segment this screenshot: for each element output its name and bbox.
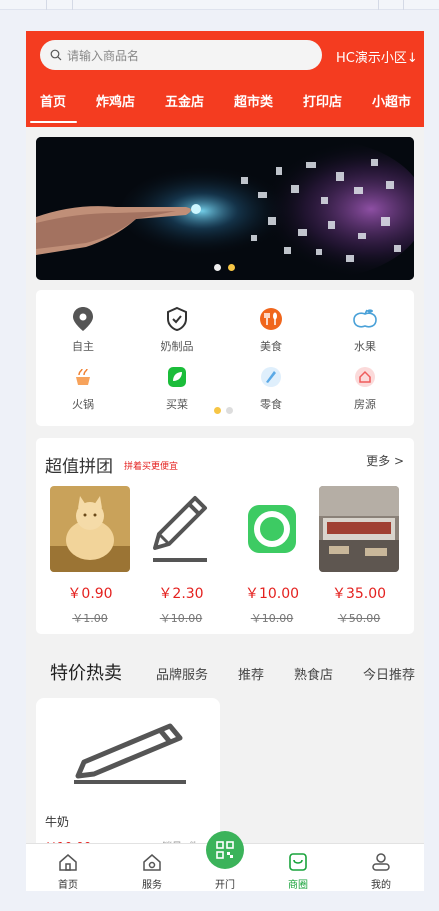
category-label: 房源 [354, 398, 376, 411]
category-dot-active[interactable] [214, 407, 221, 414]
active-tab-indicator [30, 121, 77, 123]
group-buy-more-link[interactable]: 更多 > [366, 452, 404, 469]
strip-divider [46, 0, 47, 10]
cat-photo [50, 486, 130, 572]
category-dot[interactable] [226, 407, 233, 414]
group-buy-item[interactable]: ￥10.00 ￥10.00 [231, 486, 313, 626]
tab-hardware[interactable]: 五金店 [165, 91, 204, 110]
nav-item-mine[interactable]: 我的 [351, 844, 411, 891]
search-placeholder: 请输入商品名 [67, 48, 140, 63]
food-icon [260, 308, 282, 330]
snack-icon [261, 367, 281, 387]
category-item[interactable]: 水果 [318, 304, 412, 354]
vegetable-icon [168, 367, 186, 387]
user-icon [372, 853, 390, 871]
hot-sale-tab[interactable]: 推荐 [238, 664, 264, 683]
category-label: 自主 [72, 340, 94, 353]
nav-item-shop[interactable]: 商圈 [268, 844, 328, 891]
nav-label: 我的 [371, 880, 391, 891]
group-buy-title: 超值拼团 [45, 457, 113, 477]
mobile-app-screen: 请输入商品名 HC演示小区↓ 首页 炸鸡店 五金店 超市类 打印店 小超市 自主… [26, 31, 424, 891]
group-buy-item[interactable]: ￥35.00 ￥50.00 [318, 486, 400, 626]
home-icon [59, 854, 77, 871]
page-right-margin [424, 31, 439, 891]
group-buy-price: ￥10.00 [244, 586, 300, 602]
nav-label: 服务 [142, 880, 162, 891]
category-label: 美食 [260, 340, 282, 353]
category-label: 买菜 [166, 398, 188, 411]
pencil-icon [141, 486, 221, 572]
group-buy-old-price: ￥50.00 [337, 612, 381, 625]
nav-label: 首页 [58, 880, 78, 891]
hot-sale-tab[interactable]: 熟食店 [294, 664, 333, 683]
nav-item-home[interactable]: 首页 [38, 844, 98, 891]
tab-print-shop[interactable]: 打印店 [303, 91, 342, 110]
tab-supermarket[interactable]: 超市类 [234, 91, 273, 110]
group-buy-old-price: ￥10.00 [159, 612, 203, 625]
banner-carousel[interactable] [36, 137, 414, 280]
top-header: 请输入商品名 HC演示小区↓ 首页 炸鸡店 五金店 超市类 打印店 小超市 [26, 31, 424, 127]
nav-label: 开门 [215, 880, 235, 891]
category-tabs: 首页 炸鸡店 五金店 超市类 打印店 小超市 [26, 91, 424, 121]
category-item[interactable]: 火锅 [36, 362, 130, 412]
shop-counter-photo [319, 486, 399, 572]
pencil-icon [74, 723, 186, 784]
banner-dot-active[interactable] [228, 264, 235, 271]
service-icon [143, 854, 161, 871]
group-buy-price: ￥35.00 [331, 586, 387, 602]
group-buy-price: ￥2.30 [158, 586, 204, 602]
nav-item-service[interactable]: 服务 [122, 844, 182, 891]
hot-sale-title: 特价热卖 [50, 663, 122, 684]
category-label: 零食 [260, 398, 282, 411]
qr-code-icon [216, 841, 234, 859]
hot-sale-tab[interactable]: 今日推荐 [363, 664, 415, 683]
category-grid: 自主 奶制品 美食 水果 火锅 买菜 零食 房源 [36, 290, 414, 426]
browser-top-strip [0, 0, 439, 10]
strip-divider [378, 0, 379, 10]
tab-home[interactable]: 首页 [40, 91, 66, 110]
hot-sale-header: 特价热卖 品牌服务 推荐 熟食店 今日推荐 [26, 643, 424, 693]
shield-check-icon [167, 306, 187, 332]
category-label: 火锅 [72, 398, 94, 411]
group-buy-section: 超值拼团 拼着买更便宜 更多 > ￥0.90 ￥1.00 ￥2.30 ￥10.0… [36, 438, 414, 634]
community-selector[interactable]: HC演示小区↓ [336, 47, 418, 66]
shop-bag-icon [289, 853, 307, 871]
strip-divider [72, 0, 73, 10]
banner-dots [214, 264, 235, 271]
category-page-dots [214, 407, 233, 414]
category-item[interactable]: 自主 [36, 304, 130, 354]
category-item[interactable]: 零食 [224, 362, 318, 412]
location-pin-icon [73, 307, 93, 331]
category-item[interactable]: 美食 [224, 304, 318, 354]
category-label: 奶制品 [160, 340, 194, 353]
group-buy-item[interactable]: ￥2.30 ￥10.00 [140, 486, 222, 626]
tab-mini-market[interactable]: 小超市 [372, 91, 411, 110]
group-buy-old-price: ￥1.00 [72, 612, 108, 625]
product-name: 牛奶 [45, 815, 70, 829]
open-door-button[interactable] [206, 831, 244, 869]
tab-fried-chicken[interactable]: 炸鸡店 [96, 91, 135, 110]
category-item[interactable]: 房源 [318, 362, 412, 412]
nav-label: 商圈 [288, 880, 308, 891]
group-buy-old-price: ￥10.00 [250, 612, 294, 625]
banner-image [36, 137, 414, 280]
banner-dot[interactable] [214, 264, 221, 271]
category-label: 水果 [354, 340, 376, 353]
hot-sale-tab[interactable]: 品牌服务 [156, 664, 208, 683]
search-icon [50, 49, 62, 61]
category-item[interactable]: 买菜 [130, 362, 224, 412]
fruit-icon [353, 309, 377, 328]
category-item[interactable]: 奶制品 [130, 304, 224, 354]
group-buy-price: ￥0.90 [67, 586, 113, 602]
strip-divider [403, 0, 404, 10]
hotpot-icon [76, 368, 90, 385]
green-ring-app-icon [232, 486, 312, 572]
search-bar[interactable]: 请输入商品名 [40, 40, 322, 70]
house-icon [355, 367, 375, 387]
group-buy-subtitle: 拼着买更便宜 [124, 462, 179, 472]
group-buy-item[interactable]: ￥0.90 ￥1.00 [49, 486, 131, 626]
bottom-navigation: 首页 服务 开门 商圈 我的 [26, 831, 424, 891]
